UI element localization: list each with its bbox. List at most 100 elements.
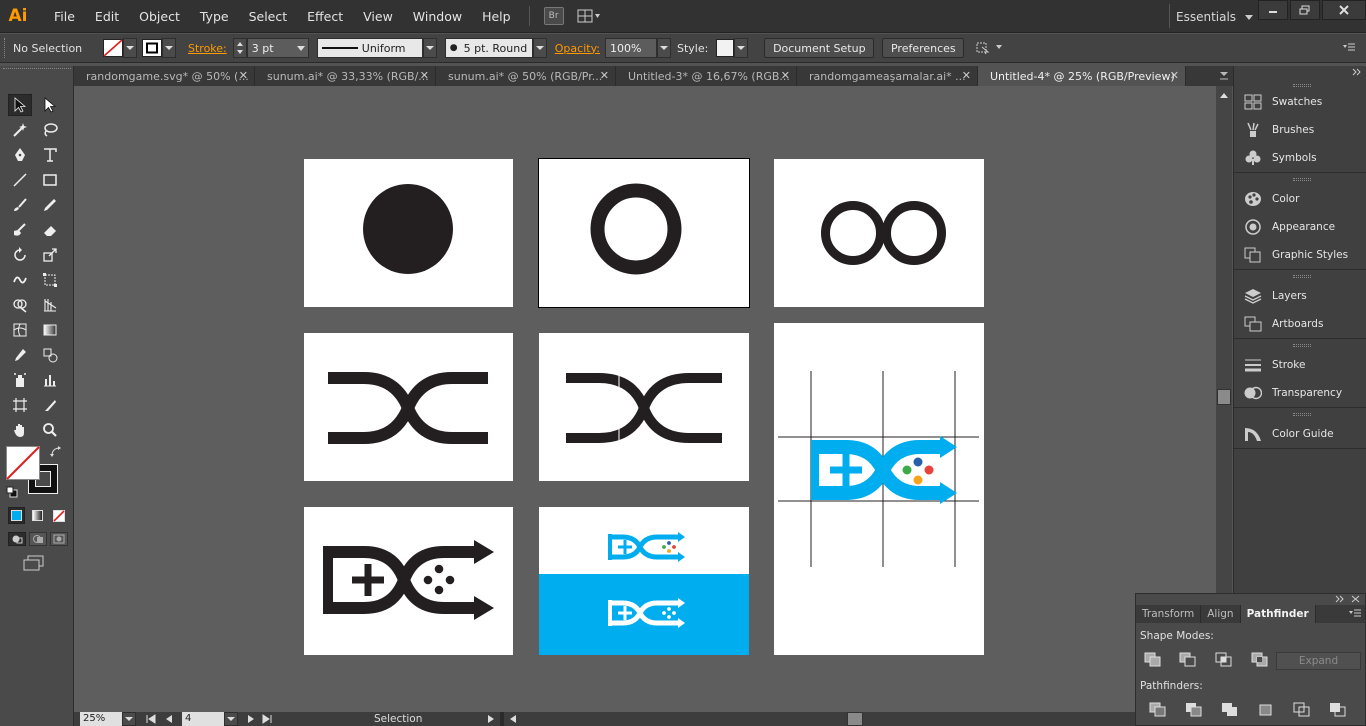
workspace-switcher[interactable]: Essentials: [1176, 0, 1256, 33]
profile-dropdown[interactable]: [422, 38, 437, 58]
panel-group-grip[interactable]: [1293, 344, 1311, 347]
menu-edit[interactable]: Edit: [85, 9, 129, 24]
fill-swatch-control[interactable]: [103, 38, 137, 58]
draw-behind-button[interactable]: [29, 532, 47, 546]
rectangle-tool[interactable]: [38, 169, 62, 191]
arrange-toggle[interactable]: [974, 41, 1004, 55]
fill-stroke-control[interactable]: [6, 446, 64, 498]
brush-definition[interactable]: ● 5 pt. Round: [444, 38, 533, 58]
vertical-scroll-thumb[interactable]: [1217, 389, 1231, 405]
tabs-overflow[interactable]: [1216, 66, 1233, 86]
minimize-button[interactable]: [1258, 0, 1288, 20]
panel-transparency[interactable]: Transparency: [1234, 380, 1366, 406]
artboard-ring[interactable]: [538, 158, 750, 308]
document-tab[interactable]: sunum.ai* @ 33,33% (RGB/... ✕: [255, 66, 436, 86]
draw-inside-button[interactable]: [50, 532, 68, 546]
zoom-tool[interactable]: [38, 419, 62, 441]
draw-normal-button[interactable]: [8, 532, 26, 546]
artboard-filled-circle[interactable]: [304, 159, 513, 307]
document-tab[interactable]: Untitled-3* @ 16,67% (RGB... ✕: [616, 66, 797, 86]
paintbrush-tool[interactable]: [8, 194, 32, 216]
close-tab-icon[interactable]: ✕: [962, 69, 971, 82]
document-setup-button[interactable]: Document Setup: [764, 38, 875, 58]
stroke-label[interactable]: Stroke:: [188, 42, 227, 55]
lasso-tool[interactable]: [38, 119, 62, 141]
panel-artboards[interactable]: Artboards: [1234, 311, 1366, 337]
restore-button[interactable]: [1290, 0, 1320, 20]
hand-tool[interactable]: [8, 419, 32, 441]
panel-group-grip[interactable]: [1293, 413, 1311, 416]
canvas-area[interactable]: [74, 86, 1216, 712]
intersect-icon[interactable]: [1215, 652, 1233, 668]
scroll-up-icon[interactable]: [1216, 89, 1232, 101]
exclude-icon[interactable]: [1251, 652, 1269, 668]
menu-effect[interactable]: Effect: [297, 9, 353, 24]
warp-tool[interactable]: [8, 269, 32, 291]
opacity-dropdown[interactable]: [656, 38, 671, 58]
close-window-button[interactable]: [1322, 0, 1366, 20]
panel-appearance[interactable]: Appearance: [1234, 214, 1366, 240]
merge-icon[interactable]: [1221, 702, 1239, 718]
slice-tool[interactable]: [38, 394, 62, 416]
last-artboard-icon[interactable]: [260, 713, 274, 725]
zoom-dropdown[interactable]: [122, 712, 136, 726]
next-artboard-icon[interactable]: [244, 713, 258, 725]
mesh-tool[interactable]: [8, 319, 32, 341]
tab-align[interactable]: Align: [1201, 605, 1241, 623]
style-dropdown[interactable]: [734, 38, 749, 58]
scroll-left-icon[interactable]: [506, 713, 520, 725]
trim-icon[interactable]: [1185, 702, 1203, 718]
close-tab-icon[interactable]: ✕: [239, 69, 248, 82]
perspective-grid-tool[interactable]: [38, 294, 62, 316]
direct-selection-tool[interactable]: [38, 94, 62, 116]
stroke-swatch-control[interactable]: [142, 38, 176, 58]
shape-builder-tool[interactable]: [8, 294, 32, 316]
menu-help[interactable]: Help: [472, 9, 521, 24]
artboard-double-ring[interactable]: [774, 159, 984, 307]
swap-fill-stroke-icon[interactable]: [50, 446, 62, 458]
menu-file[interactable]: File: [44, 9, 85, 24]
none-button[interactable]: [50, 507, 67, 524]
panel-stroke[interactable]: Stroke: [1234, 352, 1366, 378]
line-segment-tool[interactable]: [8, 169, 32, 191]
stroke-weight-input[interactable]: 3 pt: [246, 38, 309, 58]
close-tab-icon[interactable]: ✕: [1170, 69, 1179, 82]
magic-wand-tool[interactable]: [8, 119, 32, 141]
panel-group-grip[interactable]: [1293, 275, 1311, 278]
unite-icon[interactable]: [1144, 652, 1162, 668]
close-tab-icon[interactable]: ✕: [600, 69, 609, 82]
color-button[interactable]: [8, 507, 25, 524]
minus-front-icon[interactable]: [1179, 652, 1197, 668]
previous-artboard-icon[interactable]: [162, 713, 176, 725]
stroke-weight-field[interactable]: 3 pt: [232, 38, 309, 58]
column-graph-tool[interactable]: [38, 369, 62, 391]
menu-window[interactable]: Window: [403, 9, 472, 24]
selection-tool[interactable]: [8, 94, 32, 116]
panel-graphic-styles[interactable]: Graphic Styles: [1234, 242, 1366, 268]
brush-dropdown[interactable]: [532, 38, 547, 58]
collapse-panel-icon[interactable]: [1335, 595, 1345, 603]
blob-brush-tool[interactable]: [8, 219, 32, 241]
symbol-sprayer-tool[interactable]: [8, 369, 32, 391]
eraser-tool[interactable]: [38, 219, 62, 241]
artboard-crossing-lines[interactable]: [304, 333, 513, 481]
gradient-tool[interactable]: [38, 319, 62, 341]
document-tab[interactable]: randomgameaşamalar.ai* ... ✕: [797, 66, 978, 86]
stroke-weight-stepper[interactable]: [232, 38, 247, 58]
crop-icon[interactable]: [1257, 702, 1275, 718]
minus-back-icon[interactable]: [1329, 702, 1347, 718]
preferences-button[interactable]: Preferences: [882, 38, 965, 58]
opacity-label[interactable]: Opacity:: [555, 42, 600, 55]
pencil-tool[interactable]: [38, 194, 62, 216]
artboard-tool[interactable]: [8, 394, 32, 416]
panel-color-guide[interactable]: Color Guide: [1234, 421, 1366, 447]
close-panel-icon[interactable]: [1351, 595, 1361, 603]
fill-none-swatch-icon[interactable]: [6, 446, 40, 480]
panel-brushes[interactable]: Brushes: [1234, 117, 1366, 143]
bridge-button[interactable]: Br: [543, 7, 564, 25]
artboard-black-logo[interactable]: [304, 507, 513, 655]
menu-object[interactable]: Object: [129, 9, 190, 24]
menu-view[interactable]: View: [353, 9, 403, 24]
blend-tool[interactable]: [38, 344, 62, 366]
panel-menu-icon[interactable]: [1348, 608, 1362, 620]
